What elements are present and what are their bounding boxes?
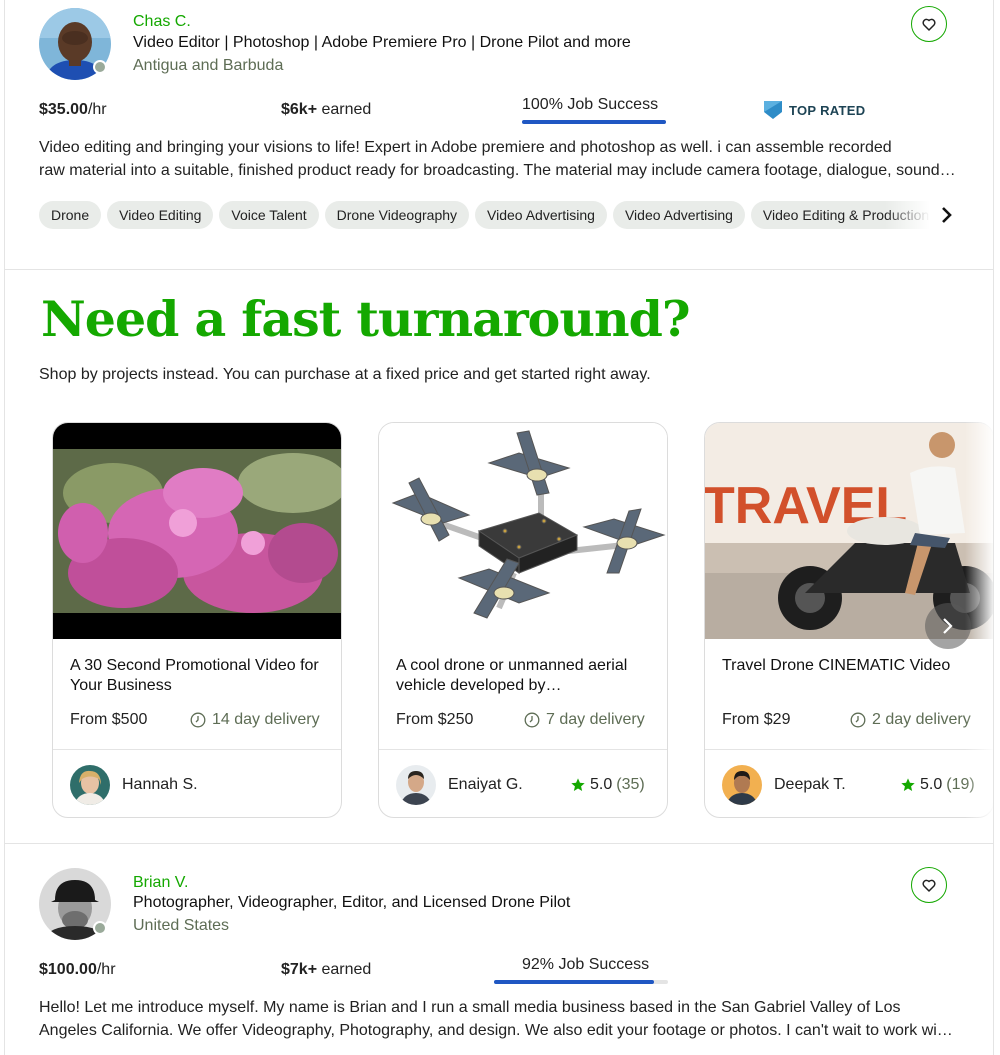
freelancer-country: United States	[133, 917, 230, 934]
project-card[interactable]: A 30 Second Promotional Video for Your B…	[52, 422, 342, 818]
promo-subtitle: Shop by projects instead. You can purcha…	[39, 366, 651, 383]
hourly-rate: $100.00/hr	[39, 961, 116, 979]
seller-name[interactable]: Enaiyat G.	[448, 776, 523, 794]
delivery-text: 7 day delivery	[546, 711, 645, 728]
freelancer-description[interactable]: Video editing and bringing your visions …	[39, 136, 957, 182]
top-rated-badge-icon	[764, 101, 782, 119]
total-earned: $7k+ earned	[281, 961, 371, 979]
description-line: raw material into a suitable, finished p…	[39, 162, 957, 179]
job-success-label: 100% Job Success	[522, 96, 659, 113]
project-price: From $250	[396, 711, 474, 728]
rate-unit: /hr	[96, 961, 116, 978]
offline-status-dot	[93, 60, 107, 74]
project-thumbnail[interactable]	[379, 423, 667, 639]
rating-count: (35)	[616, 776, 645, 793]
total-earned: $6k+ earned	[281, 101, 371, 119]
clock-icon	[850, 712, 866, 728]
chevron-right-icon	[943, 618, 953, 634]
earned-label: earned	[317, 101, 372, 118]
job-success-bar	[494, 980, 668, 984]
project-thumbnail[interactable]	[53, 423, 341, 639]
rate-value: $35.00	[39, 101, 88, 118]
star-icon	[571, 778, 585, 791]
skill-chip[interactable]: Video Advertising	[612, 201, 745, 229]
project-title[interactable]: A 30 Second Promotional Video for Your B…	[70, 656, 330, 696]
seller-name[interactable]: Hannah S.	[122, 776, 198, 794]
card-divider	[705, 749, 993, 750]
skills-fade	[885, 201, 930, 231]
seller-avatar[interactable]	[70, 765, 110, 805]
seller-avatar[interactable]	[722, 765, 762, 805]
clock-icon	[190, 712, 206, 728]
carousel-next-button[interactable]	[925, 603, 971, 649]
skills-list: Drone Video Editing Voice Talent Drone Vide…	[39, 201, 929, 231]
rating-value: 5.0	[590, 776, 613, 793]
skill-chip[interactable]: Drone Videography	[324, 201, 470, 229]
save-freelancer-button[interactable]	[911, 867, 947, 903]
project-price: From $500	[70, 711, 148, 728]
project-delivery: 2 day delivery	[850, 711, 971, 729]
skill-chip[interactable]: Video Editing	[107, 201, 214, 229]
freelancer-title[interactable]: Photographer, Videographer, Editor, and …	[133, 894, 570, 912]
top-rated-badge[interactable]: TOP RATED	[763, 100, 865, 120]
skill-chip[interactable]: Drone	[39, 201, 102, 229]
project-delivery: 7 day delivery	[524, 711, 645, 729]
project-title[interactable]: Travel Drone CINEMATIC Video	[722, 656, 982, 676]
star-icon	[901, 778, 915, 791]
seller-rating: 5.0 (35)	[570, 776, 645, 794]
seller-avatar[interactable]	[396, 765, 436, 805]
skill-chip[interactable]: Video Advertising	[475, 201, 607, 229]
project-delivery: 14 day delivery	[190, 711, 320, 729]
save-freelancer-button[interactable]	[911, 6, 947, 42]
chevron-right-icon	[942, 207, 952, 223]
card-divider	[379, 749, 667, 750]
project-price: From $29	[722, 711, 791, 728]
hourly-rate: $35.00/hr	[39, 101, 107, 119]
freelancer-card[interactable]: Brian V. Photographer, Videographer, Edi…	[5, 843, 993, 1055]
badge-label: TOP RATED	[789, 102, 866, 118]
seller-name[interactable]: Deepak T.	[774, 776, 846, 794]
heart-icon	[922, 879, 936, 892]
rating-value: 5.0	[920, 776, 943, 793]
rate-value: $100.00	[39, 961, 97, 978]
freelancer-title[interactable]: Video Editor | Photoshop | Adobe Premier…	[133, 34, 631, 52]
offline-status-dot	[93, 921, 107, 935]
description-line: Angeles California. We offer Videography…	[39, 1022, 957, 1039]
freelancer-card[interactable]: Chas C. Video Editor | Photoshop | Adobe…	[5, 0, 993, 270]
heart-icon	[922, 18, 936, 31]
description-line: Video editing and bringing your visions …	[39, 139, 892, 156]
earned-label: earned	[317, 961, 372, 978]
delivery-text: 2 day delivery	[872, 711, 971, 728]
seller-rating: 5.0 (19)	[900, 776, 975, 794]
freelancer-name[interactable]: Brian V.	[133, 874, 188, 892]
job-success-fill	[522, 120, 666, 124]
promo-heading: Need a fast turnaround?	[41, 290, 691, 348]
job-success-bar	[522, 120, 666, 124]
search-results-page: Chas C. Video Editor | Photoshop | Adobe…	[4, 0, 994, 1055]
earned-value: $7k+	[281, 961, 318, 978]
skills-next-button[interactable]	[935, 203, 959, 227]
rate-unit: /hr	[87, 101, 107, 118]
skill-chip[interactable]: Voice Talent	[219, 201, 319, 229]
description-line: Hello! Let me introduce myself. My name …	[39, 999, 901, 1016]
freelancer-description[interactable]: Hello! Let me introduce myself. My name …	[39, 996, 957, 1042]
project-title[interactable]: A cool drone or unmanned aerial vehicle …	[396, 656, 656, 696]
job-success-fill	[494, 980, 655, 984]
freelancer-name[interactable]: Chas C.	[133, 13, 191, 31]
clock-icon	[524, 712, 540, 728]
earned-value: $6k+	[281, 101, 318, 118]
project-card[interactable]: A cool drone or unmanned aerial vehicle …	[378, 422, 668, 818]
freelancer-country: Antigua and Barbuda	[133, 57, 284, 74]
card-divider	[53, 749, 341, 750]
job-success-label: 92% Job Success	[522, 956, 650, 973]
delivery-text: 14 day delivery	[212, 711, 320, 728]
